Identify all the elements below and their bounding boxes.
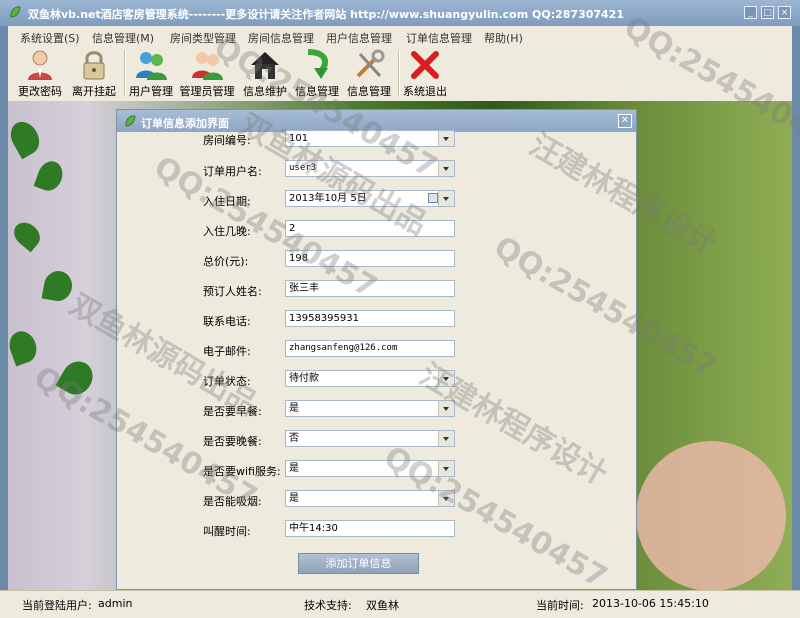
smoking-label: 是否能吸烟: xyxy=(203,495,262,508)
users-icon xyxy=(136,52,167,80)
order-add-dialog: 订单信息添加界面 ✕ 房间编号: 101 订单用户名: user3 入住日期: … xyxy=(116,109,637,590)
current-user-label: 当前登陆用户: xyxy=(22,599,92,612)
email-input[interactable]: zhangsanfeng@126.com xyxy=(285,340,455,357)
total-price-label: 总价(元): xyxy=(203,255,249,268)
wifi-label: 是否要wifi服务: xyxy=(203,465,281,478)
booker-name-label: 预订人姓名: xyxy=(203,285,262,298)
current-user-value: admin xyxy=(98,597,133,610)
info-management-button-1[interactable]: 信息管理 xyxy=(292,48,342,100)
total-price-input[interactable]: 198 xyxy=(285,250,455,267)
leaf-decoration xyxy=(9,217,45,253)
breakfast-label: 是否要早餐: xyxy=(203,405,262,418)
leaf-decoration xyxy=(8,116,45,160)
info-maintenance-button[interactable]: 信息维护 xyxy=(240,48,290,100)
menu-system-settings[interactable]: 系统设置(S) xyxy=(20,30,80,46)
chevron-down-icon[interactable] xyxy=(438,431,454,446)
dialog-title: 订单信息添加界面 xyxy=(141,117,229,130)
leaf-decoration xyxy=(8,327,41,367)
dialog-leaf-icon xyxy=(125,115,136,127)
checkin-date-picker[interactable]: 2013年10月 5日 xyxy=(285,190,455,207)
leaf-decoration xyxy=(55,355,99,401)
change-password-button[interactable]: 更改密码 xyxy=(16,48,64,100)
room-number-select[interactable]: 101 xyxy=(285,130,455,147)
wakeup-time-input[interactable]: 中午14:30 xyxy=(285,520,455,537)
room-number-label: 房间编号: xyxy=(203,134,251,147)
order-username-label: 订单用户名: xyxy=(203,165,262,178)
user-key-icon xyxy=(28,50,52,80)
phone-label: 联系电话: xyxy=(203,315,251,328)
admin-users-icon xyxy=(192,52,223,80)
menu-room-type-management[interactable]: 房间类型管理 xyxy=(170,30,236,46)
dialog-titlebar: 订单信息添加界面 ✕ xyxy=(117,110,636,132)
lock-leave-label: 离开挂起 xyxy=(72,85,116,98)
booker-name-input[interactable]: 张三丰 xyxy=(285,280,455,297)
exit-system-button[interactable]: 系统退出 xyxy=(400,48,450,100)
skin-blur-decoration xyxy=(636,441,786,590)
chevron-down-icon[interactable] xyxy=(438,371,454,386)
minimize-button[interactable]: _ xyxy=(744,6,757,19)
calendar-icon[interactable] xyxy=(428,193,438,203)
dialog-close-button[interactable]: ✕ xyxy=(618,114,632,128)
chevron-down-icon[interactable] xyxy=(438,401,454,416)
window-titlebar: 双鱼林vb.net酒店客房管理系统--------更多设计请关注作者网站 htt… xyxy=(0,0,800,26)
home-icon xyxy=(251,52,279,79)
phone-input[interactable]: 13958395931 xyxy=(285,310,455,327)
nights-input[interactable]: 2 xyxy=(285,220,455,237)
wakeup-time-label: 叫醒时间: xyxy=(203,525,251,538)
info-management-button-2[interactable]: 信息管理 xyxy=(344,48,394,100)
add-order-button[interactable]: 添加订单信息 xyxy=(298,553,419,574)
statusbar: 当前登陆用户: admin 技术支持: 双鱼林 当前时间: 2013-10-06… xyxy=(0,590,800,618)
checkin-date-label: 入住日期: xyxy=(203,195,251,208)
menubar: 系统设置(S) 信息管理(M) 房间类型管理 房间信息管理 用户信息管理 订单信… xyxy=(8,26,792,47)
user-management-button[interactable]: 用户管理 xyxy=(126,48,176,100)
breakfast-select[interactable]: 是 xyxy=(285,400,455,417)
info-maintenance-label: 信息维护 xyxy=(243,85,287,98)
user-management-label: 用户管理 xyxy=(129,85,173,98)
chevron-down-icon[interactable] xyxy=(438,131,454,146)
chevron-down-icon[interactable] xyxy=(438,161,454,176)
toolbar: 更改密码 离开挂起 用户管理 管理员管理 信息维护 信息管理 信息管理 系统退出 xyxy=(8,46,792,102)
menu-user-info-management[interactable]: 用户信息管理 xyxy=(326,30,392,46)
admin-management-label: 管理员管理 xyxy=(179,85,235,98)
email-label: 电子邮件: xyxy=(203,345,251,358)
order-username-select[interactable]: user3 xyxy=(285,160,455,177)
smoking-select[interactable]: 是 xyxy=(285,490,455,507)
wifi-select[interactable]: 是 xyxy=(285,460,455,477)
leaf-decoration xyxy=(33,157,67,195)
app-leaf-icon xyxy=(10,6,21,18)
dinner-label: 是否要晚餐: xyxy=(203,435,262,448)
red-x-icon xyxy=(411,51,439,79)
lock-leave-button[interactable]: 离开挂起 xyxy=(70,48,118,100)
current-time-label: 当前时间: xyxy=(536,599,584,612)
maximize-button[interactable]: □ xyxy=(761,6,774,19)
menu-help[interactable]: 帮助(H) xyxy=(484,30,523,46)
close-window-button[interactable]: × xyxy=(778,6,791,19)
window-title: 双鱼林vb.net酒店客房管理系统--------更多设计请关注作者网站 htt… xyxy=(28,8,624,21)
download-arrow-icon xyxy=(307,49,328,79)
tech-support-value: 双鱼林 xyxy=(366,599,399,612)
padlock-icon xyxy=(83,51,105,80)
chevron-down-icon[interactable] xyxy=(438,491,454,506)
leaf-decoration xyxy=(41,268,75,304)
dinner-select[interactable]: 否 xyxy=(285,430,455,447)
admin-management-button[interactable]: 管理员管理 xyxy=(178,48,236,100)
order-status-label: 订单状态: xyxy=(203,375,251,388)
tools-icon xyxy=(356,49,385,78)
tech-support-label: 技术支持: xyxy=(304,599,352,612)
chevron-down-icon[interactable] xyxy=(438,461,454,476)
chevron-down-icon[interactable] xyxy=(438,191,454,206)
current-time-value: 2013-10-06 15:45:10 xyxy=(592,597,709,610)
menu-room-info-management[interactable]: 房间信息管理 xyxy=(248,30,314,46)
menu-order-info-management[interactable]: 订单信息管理 xyxy=(406,30,472,46)
exit-system-label: 系统退出 xyxy=(403,85,447,98)
order-status-select[interactable]: 待付款 xyxy=(285,370,455,387)
info-management-label-2: 信息管理 xyxy=(347,85,391,98)
nights-label: 入住几晚: xyxy=(203,225,251,238)
change-password-label: 更改密码 xyxy=(18,85,62,98)
info-management-label-1: 信息管理 xyxy=(295,85,339,98)
menu-info-management[interactable]: 信息管理(M) xyxy=(92,30,154,46)
